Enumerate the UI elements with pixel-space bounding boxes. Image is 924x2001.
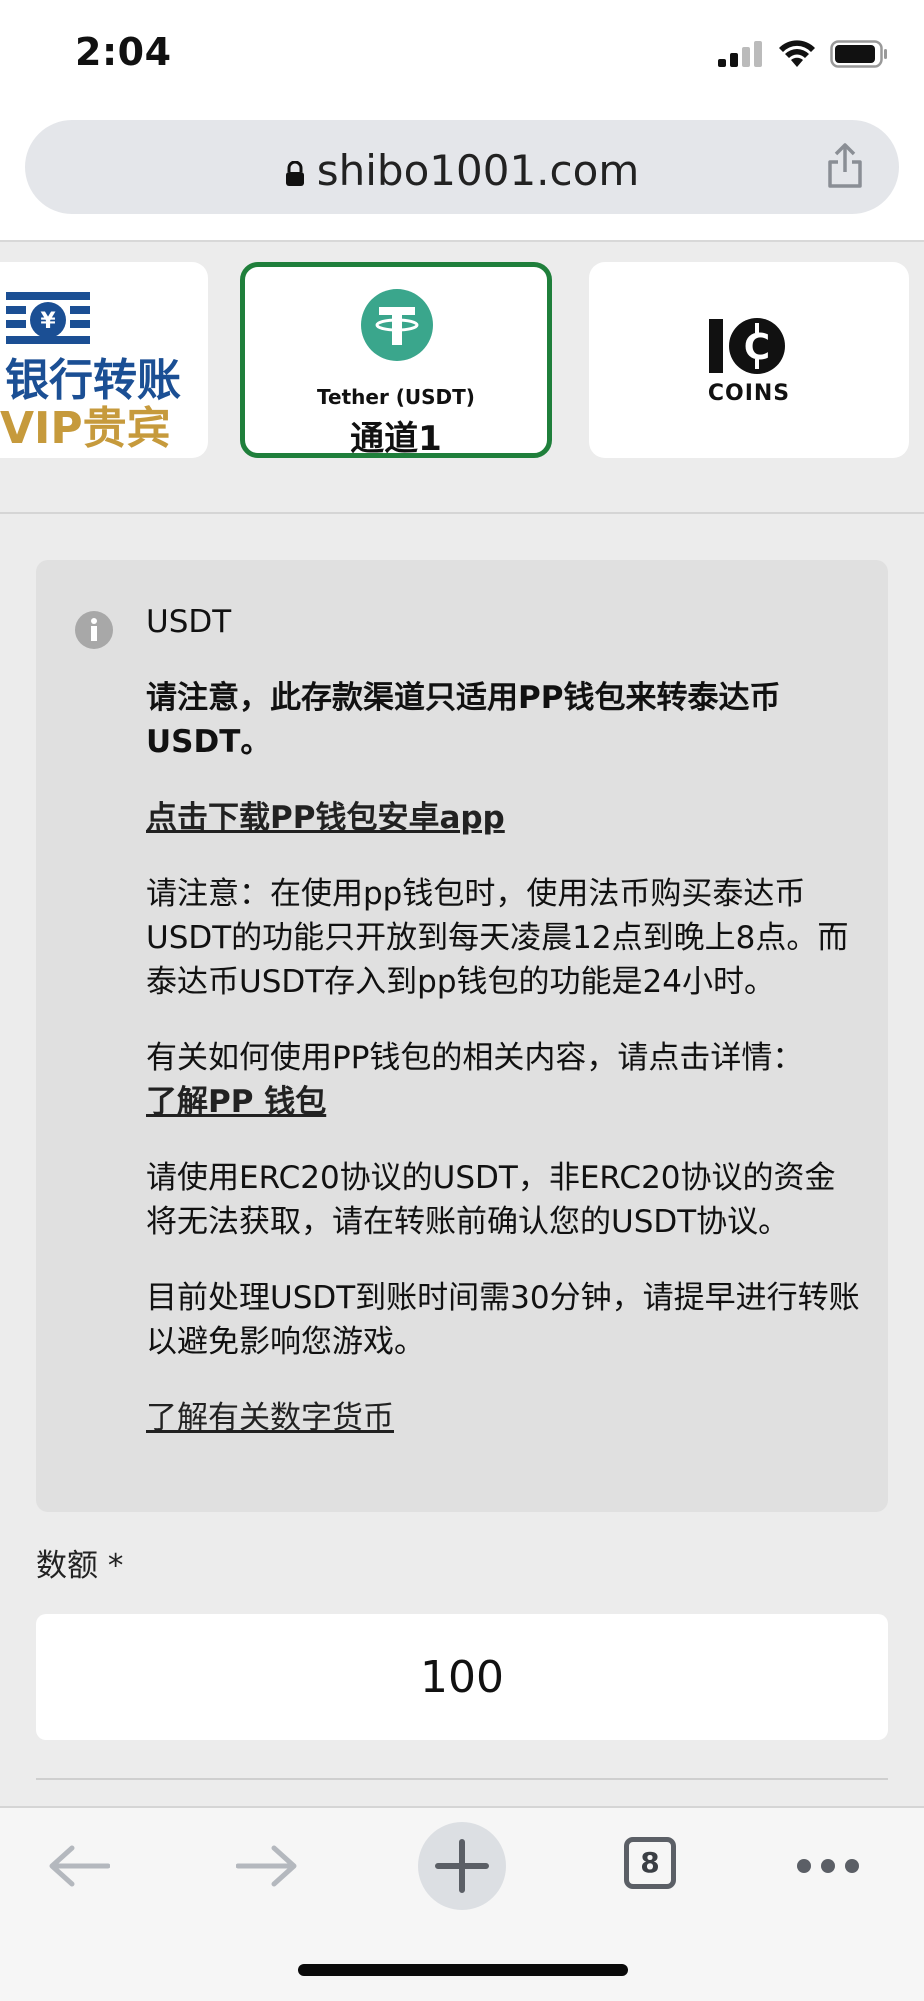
more-icon[interactable] — [796, 1858, 860, 1874]
status-time: 2:04 — [75, 30, 172, 74]
home-indicator[interactable] — [298, 1964, 628, 1976]
share-icon[interactable] — [825, 142, 865, 190]
payment-channel-list: ¥ 银行转账 VIP贵宾 Tether (USDT) 通道1 C COINS — [0, 242, 924, 514]
info-content: USDT 请注意，此存款渠道只适用PP钱包来转泰达币USDT。 点击下载PP钱包… — [146, 600, 866, 1472]
plus-icon — [435, 1839, 489, 1893]
address-bar[interactable]: shibo1001.com — [25, 120, 899, 214]
address-display: shibo1001.com — [25, 146, 899, 195]
usdt-info-panel: USDT 请注意，此存款渠道只适用PP钱包来转泰达币USDT。 点击下载PP钱包… — [36, 560, 888, 1512]
browser-address-area: shibo1001.com — [0, 112, 924, 242]
divider — [36, 1778, 888, 1780]
pp-wallet-howto: 有关如何使用PP钱包的相关内容，请点击详情： 了解PP 钱包 — [146, 1036, 866, 1124]
battery-icon — [830, 40, 887, 68]
channel-card-bank-vip[interactable]: ¥ 银行转账 VIP贵宾 — [0, 262, 208, 458]
usdt-hours-notice: 请注意：在使用pp钱包时，使用法币购买泰达币USDT的功能只开放到每天凌晨12点… — [146, 876, 849, 1000]
info-title: USDT — [146, 604, 232, 640]
amount-input[interactable] — [36, 1614, 888, 1740]
bank-channel-vip: VIP贵宾 — [0, 403, 171, 454]
pp-wallet-notice: 请注意，此存款渠道只适用PP钱包来转泰达币USDT。 — [146, 680, 781, 760]
bank-logo-icon: ¥ — [6, 292, 90, 344]
info-icon — [75, 611, 113, 649]
channel-card-coins[interactable]: C COINS — [589, 262, 909, 458]
processing-time-notice: 目前处理USDT到账时间需30分钟，请提早进行转账以避免影响您游戏。 — [146, 1280, 860, 1360]
tab-count-button[interactable]: 8 — [624, 1837, 676, 1889]
pp-wallet-howto-text: 有关如何使用PP钱包的相关内容，请点击详情： — [146, 1040, 804, 1076]
url-text: shibo1001.com — [316, 146, 640, 195]
forward-arrow-icon[interactable] — [236, 1844, 298, 1888]
learn-pp-wallet-link[interactable]: 了解PP 钱包 — [146, 1084, 326, 1120]
svg-text:¥: ¥ — [40, 309, 56, 334]
erc20-notice: 请使用ERC20协议的USDT，非ERC20协议的资金将无法获取，请在转账前确认… — [146, 1160, 836, 1240]
lock-icon — [285, 160, 304, 186]
new-tab-button[interactable] — [418, 1822, 506, 1910]
status-icons — [718, 40, 888, 68]
channel-card-usdt[interactable]: Tether (USDT) 通道1 — [240, 262, 552, 458]
amount-label: 数额 * — [36, 1548, 124, 1584]
wifi-icon — [779, 40, 815, 67]
signal-icon — [718, 41, 762, 67]
download-pp-wallet-link[interactable]: 点击下载PP钱包安卓app — [146, 800, 505, 836]
usdt-channel-name: Tether (USDT) — [317, 385, 475, 409]
status-bar: 2:04 — [0, 0, 924, 112]
back-arrow-icon[interactable] — [48, 1844, 110, 1888]
learn-crypto-link[interactable]: 了解有关数字货币 — [146, 1400, 394, 1436]
usdt-channel-number: 通道1 — [350, 419, 442, 458]
tether-logo-icon — [361, 289, 433, 361]
coins-logo-icon: C — [709, 318, 785, 374]
coins-label: COINS — [707, 381, 791, 406]
